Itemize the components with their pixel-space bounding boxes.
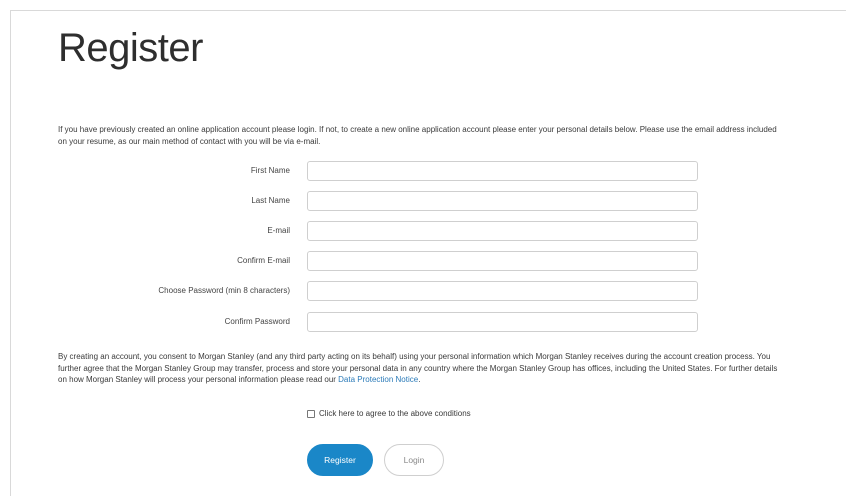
first-name-label: First Name bbox=[250, 166, 290, 175]
form-row-last-name: Last Name bbox=[0, 191, 846, 211]
data-protection-notice-link[interactable]: Data Protection Notice bbox=[338, 375, 418, 384]
form-row-confirm-password: Confirm Password bbox=[0, 312, 846, 332]
password-label: Choose Password (min 8 characters) bbox=[158, 286, 290, 295]
confirm-email-field[interactable] bbox=[307, 251, 698, 271]
email-label: E-mail bbox=[267, 226, 290, 235]
password-field[interactable] bbox=[307, 281, 698, 301]
form-row-confirm-email: Confirm E-mail bbox=[0, 251, 846, 271]
confirm-password-field[interactable] bbox=[307, 312, 698, 332]
first-name-field[interactable] bbox=[307, 161, 698, 181]
form-row-email: E-mail bbox=[0, 221, 846, 241]
register-button[interactable]: Register bbox=[307, 444, 373, 476]
agree-checkbox-row[interactable]: Click here to agree to the above conditi… bbox=[307, 409, 471, 418]
last-name-field[interactable] bbox=[307, 191, 698, 211]
form-row-first-name: First Name bbox=[0, 161, 846, 181]
page-title: Register bbox=[58, 26, 203, 70]
form-row-password: Choose Password (min 8 characters) bbox=[0, 281, 846, 301]
confirm-email-label: Confirm E-mail bbox=[237, 256, 290, 265]
login-button[interactable]: Login bbox=[384, 444, 444, 476]
confirm-password-label: Confirm Password bbox=[224, 317, 290, 326]
consent-text: By creating an account, you consent to M… bbox=[58, 351, 788, 386]
agree-checkbox[interactable] bbox=[307, 409, 315, 418]
agree-label[interactable]: Click here to agree to the above conditi… bbox=[319, 409, 471, 418]
consent-trailing: . bbox=[418, 375, 421, 384]
intro-text: If you have previously created an online… bbox=[58, 125, 777, 146]
last-name-label: Last Name bbox=[251, 196, 290, 205]
email-field[interactable] bbox=[307, 221, 698, 241]
